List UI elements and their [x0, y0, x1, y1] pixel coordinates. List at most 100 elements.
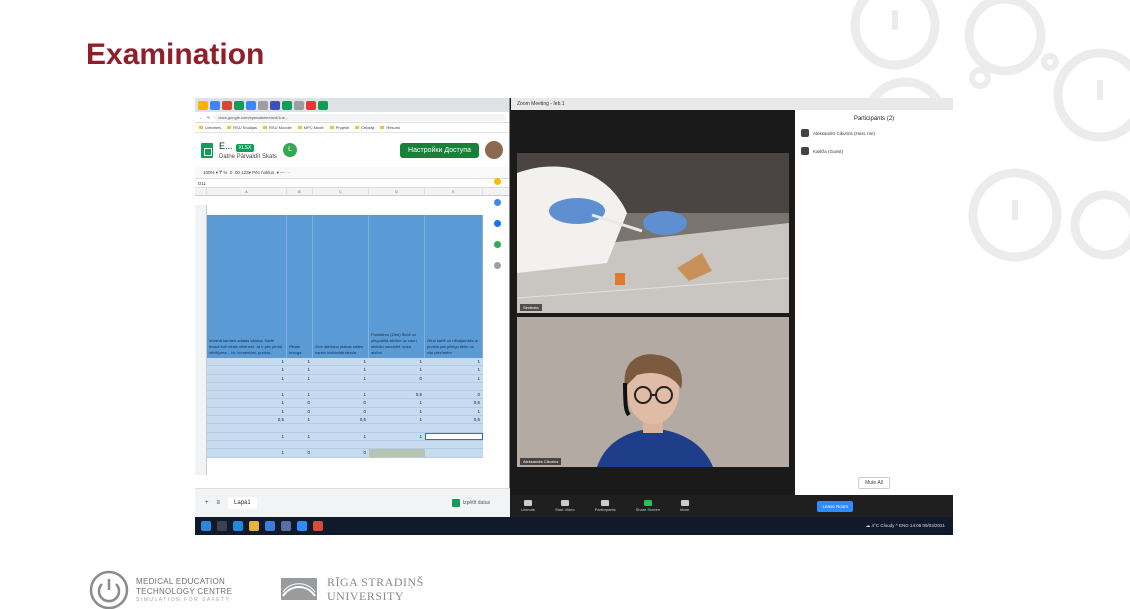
cell[interactable]: 0,5: [313, 416, 369, 423]
table-row[interactable]: 10011: [207, 408, 483, 417]
table-row[interactable]: 1 1 1 0,5 0: [207, 391, 483, 400]
table-row[interactable]: [207, 383, 483, 392]
windows-start-icon[interactable]: [201, 521, 211, 531]
cell[interactable]: 0: [287, 408, 313, 415]
header-cell[interactable]: Ievainā karotes adatas vārdus: Kartē iev…: [207, 215, 287, 358]
system-tray[interactable]: ☁ 4°C Cloudy ^ ENG 14:05 09/03/2021: [866, 523, 945, 529]
bookmark[interactable]: Projekti: [330, 125, 349, 130]
participants-button[interactable]: Participants: [595, 500, 616, 512]
cell[interactable]: [287, 441, 313, 448]
cell[interactable]: 0,5: [425, 399, 483, 406]
cell[interactable]: 1: [207, 449, 287, 456]
cell[interactable]: 0: [313, 449, 369, 456]
spreadsheet-grid[interactable]: Ievainā karotes adatas vārdus: Kartē iev…: [195, 205, 497, 485]
user-avatar[interactable]: L: [283, 143, 298, 157]
bookmark[interactable]: Ceļotāji: [355, 125, 374, 130]
header-cell[interactable]: Pilnas brauga: [287, 215, 313, 358]
cell[interactable]: 0,5: [425, 416, 483, 423]
cell[interactable]: 1: [425, 408, 483, 415]
cell[interactable]: 1: [369, 416, 425, 423]
cell[interactable]: 1: [313, 358, 369, 365]
url-input[interactable]: docs.google.com/spreadsheets/d/1ue...: [214, 113, 505, 121]
cell[interactable]: 1: [287, 433, 313, 440]
formatting-toolbar[interactable]: 100% ▾ ₸ % .0 .00 123▾ Pēc noklus..▾ — ·…: [195, 167, 509, 179]
cell[interactable]: 0: [425, 391, 483, 398]
cell[interactable]: 1: [369, 399, 425, 406]
tab-favicon[interactable]: [210, 100, 220, 110]
cell[interactable]: [287, 383, 313, 390]
search-icon[interactable]: [217, 521, 227, 531]
tab-favicon[interactable]: [270, 100, 280, 110]
column-header[interactable]: A: [207, 188, 287, 195]
cell[interactable]: 1: [369, 366, 425, 373]
cell[interactable]: [425, 449, 483, 456]
table-row[interactable]: 1111: [207, 432, 483, 441]
column-header[interactable]: B: [287, 188, 313, 195]
cell[interactable]: [425, 424, 483, 431]
cell[interactable]: [207, 424, 287, 431]
cell[interactable]: 1: [207, 433, 287, 440]
table-row[interactable]: 1 0 0 1 0,5: [207, 399, 483, 408]
menu-bar[interactable]: Datne Pārvaldīt Skats: [219, 154, 277, 160]
cell[interactable]: [313, 424, 369, 431]
cell[interactable]: 1: [207, 366, 287, 373]
tab-favicon[interactable]: [198, 100, 208, 110]
participant-row[interactable]: Aleksandrs Cikurins (Host, me): [795, 126, 953, 140]
account-avatar[interactable]: [485, 141, 503, 159]
add-icon[interactable]: [493, 262, 501, 269]
tab-favicon[interactable]: [222, 100, 232, 110]
tab-favicon[interactable]: [306, 100, 316, 110]
cell[interactable]: 1: [207, 391, 287, 398]
column-header[interactable]: D: [369, 188, 425, 195]
maps-icon[interactable]: [493, 241, 501, 248]
cell[interactable]: [207, 383, 287, 390]
cell[interactable]: 1: [313, 391, 369, 398]
table-row[interactable]: 11111: [207, 358, 483, 367]
chrome-icon[interactable]: [249, 521, 259, 531]
tab-favicon[interactable]: [294, 100, 304, 110]
cell[interactable]: 1: [313, 366, 369, 373]
cell[interactable]: 1: [313, 433, 369, 440]
cell[interactable]: 0: [313, 399, 369, 406]
video-tile-lab[interactable]: Simtesta: [517, 153, 789, 313]
cell[interactable]: 0,5: [207, 416, 287, 423]
share-button[interactable]: Настройки Доступа: [400, 142, 479, 158]
tab-favicon[interactable]: [282, 100, 292, 110]
cell[interactable]: 0,5: [369, 391, 425, 398]
header-cell[interactable]: Zem šķiršanu plakas saites karstu iznīci…: [313, 215, 369, 358]
cell[interactable]: 0: [287, 399, 313, 406]
share-screen-button[interactable]: Share Screen: [636, 500, 660, 512]
unmute-button[interactable]: Unmute: [521, 500, 535, 512]
leave-room-button[interactable]: Leave Room: [817, 500, 853, 512]
mute-all-button[interactable]: Mute All: [858, 477, 890, 489]
cell[interactable]: [313, 441, 369, 448]
cell[interactable]: [313, 383, 369, 390]
table-row[interactable]: 11101: [207, 375, 483, 383]
cell[interactable]: [425, 383, 483, 390]
cell[interactable]: 1: [369, 433, 425, 440]
cell[interactable]: 0: [313, 408, 369, 415]
cell[interactable]: 1: [287, 358, 313, 365]
cell[interactable]: [369, 449, 425, 457]
cell[interactable]: 1: [425, 366, 483, 373]
cell[interactable]: [425, 441, 483, 448]
tab-favicon[interactable]: [246, 100, 256, 110]
cell[interactable]: [369, 424, 425, 431]
document-title[interactable]: E...: [219, 141, 233, 151]
tab-favicon[interactable]: [234, 100, 244, 110]
zoom-icon[interactable]: [297, 521, 307, 531]
contacts-icon[interactable]: [493, 220, 501, 227]
cell[interactable]: 1: [287, 416, 313, 423]
video-tile-student[interactable]: Aleksandrs Cikurins: [517, 317, 789, 467]
column-header[interactable]: E: [425, 188, 483, 195]
cell[interactable]: 1: [369, 358, 425, 365]
column-header[interactable]: C: [313, 188, 369, 195]
cell[interactable]: 1: [207, 375, 287, 382]
bookmark[interactable]: RSU Studijas: [227, 125, 257, 130]
cell[interactable]: 1: [207, 408, 287, 415]
cell[interactable]: 0: [287, 449, 313, 456]
header-cell[interactable]: Punktāmu (Zīmi) Šķīdi un pieguldītā atzī…: [369, 215, 425, 358]
table-row[interactable]: 100: [207, 449, 483, 458]
cell[interactable]: 0: [369, 375, 425, 382]
google-sheets-icon[interactable]: [201, 142, 213, 158]
